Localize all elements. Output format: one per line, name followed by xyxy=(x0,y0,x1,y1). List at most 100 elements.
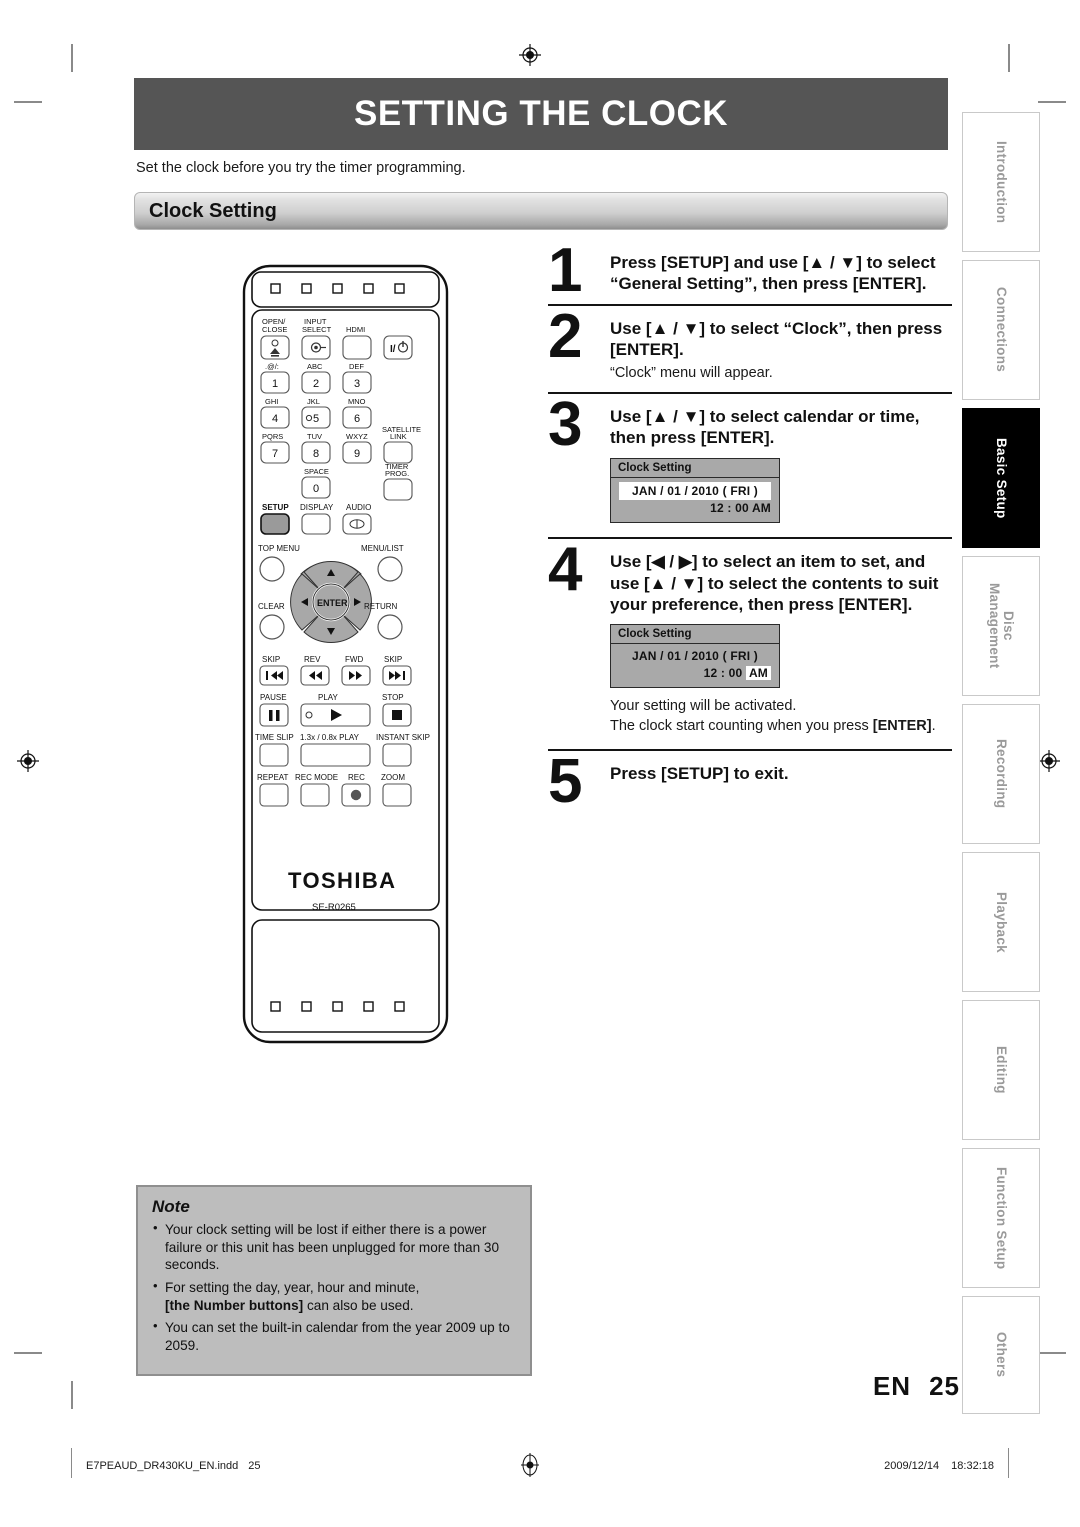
crop-mark-bottom-left-h xyxy=(14,1352,42,1354)
page-number: EN 25 xyxy=(873,1371,960,1402)
svg-text:SELECT: SELECT xyxy=(302,325,332,334)
svg-text:MNO: MNO xyxy=(348,397,366,406)
svg-text:TUV: TUV xyxy=(307,432,322,441)
osd-body-step3: JAN / 01 / 2010 ( FRI ) 12 : 00 AM xyxy=(611,478,779,522)
svg-text:REC: REC xyxy=(348,773,365,782)
step-4: 4 Use [◀ / ▶] to select an item to set, … xyxy=(548,539,952,736)
tab-others[interactable]: Others xyxy=(962,1296,1040,1414)
footer-date: 2009/12/14 xyxy=(884,1460,940,1472)
page-title: SETTING THE CLOCK xyxy=(353,94,729,133)
svg-text:TOSHIBA: TOSHIBA xyxy=(288,868,396,893)
osd-date-value-step3: JAN / 01 / 2010 ( FRI ) xyxy=(619,481,771,501)
footer-page: 25 xyxy=(248,1460,261,1472)
crop-mark-top-left-h xyxy=(14,101,42,103)
step-2-number: 2 xyxy=(548,301,583,371)
svg-text:8: 8 xyxy=(313,448,319,460)
osd-clock-setting-step3: Clock Setting JAN / 01 / 2010 ( FRI ) 12… xyxy=(610,457,780,524)
svg-text:FWD: FWD xyxy=(345,655,363,664)
svg-text:REPEAT: REPEAT xyxy=(257,773,289,782)
intro-text: Set the clock before you try the timer p… xyxy=(136,160,466,176)
crop-mark-top-right-v xyxy=(1008,44,1010,72)
svg-text:I/: I/ xyxy=(390,344,396,355)
tab-recording-label: Recording xyxy=(994,739,1010,809)
page-title-banner: SETTING THE CLOCK xyxy=(134,78,948,150)
osd-meridiem-step3: AM xyxy=(751,501,771,516)
tab-connections[interactable]: Connections xyxy=(962,260,1040,400)
tab-introduction-label: Introduction xyxy=(994,140,1010,224)
step-4-number: 4 xyxy=(548,535,583,605)
svg-text:STOP: STOP xyxy=(382,693,404,702)
tab-editing-label: Editing xyxy=(994,1046,1010,1094)
svg-text:SPACE: SPACE xyxy=(304,467,329,476)
svg-text:PQRS: PQRS xyxy=(262,432,283,441)
svg-text:PROG.: PROG. xyxy=(385,469,409,478)
step-2: 2 Use [▲ / ▼] to select “Clock”, then pr… xyxy=(548,305,952,383)
section-header-label: Clock Setting xyxy=(149,199,277,222)
osd-title-step4: Clock Setting xyxy=(611,625,779,645)
note-item-2-bold: [the Number buttons] xyxy=(165,1297,304,1313)
svg-text:DEF: DEF xyxy=(349,362,364,371)
footer-filename: E7PEAUD_DR430KU_EN.indd xyxy=(86,1460,239,1472)
svg-text:DISPLAY: DISPLAY xyxy=(300,503,334,512)
tab-others-label: Others xyxy=(994,1332,1010,1378)
osd-date-value-step4: JAN / 01 / 2010 ( FRI ) xyxy=(632,649,758,664)
registration-mark-left xyxy=(17,750,39,772)
page-number-value: 25 xyxy=(929,1371,960,1401)
tab-function-setup[interactable]: Function Setup xyxy=(962,1148,1040,1288)
footer-timestamp: 2009/12/14 18:32:18 xyxy=(884,1460,994,1472)
svg-text:9: 9 xyxy=(354,448,360,460)
crop-mark-top-left-v xyxy=(71,44,73,72)
page-language-code: EN xyxy=(872,1371,912,1401)
step-2-subtext: “Clock” menu will appear. xyxy=(610,364,773,381)
svg-text:TOP MENU: TOP MENU xyxy=(258,544,300,553)
tab-editing[interactable]: Editing xyxy=(962,1000,1040,1140)
note-box: Note Your clock setting will be lost if … xyxy=(136,1185,532,1376)
osd-time-value-step4: 12 : 00 xyxy=(703,665,743,680)
note-item-3: You can set the built-in calendar from t… xyxy=(152,1318,516,1354)
osd-body-step4: JAN / 01 / 2010 ( FRI ) 12 : 00 AM xyxy=(611,644,779,686)
footer-rule-left xyxy=(71,1448,72,1478)
svg-text:LINK: LINK xyxy=(390,432,407,441)
svg-text:TIME SLIP: TIME SLIP xyxy=(255,733,294,742)
step-4-subtext-2-bold: [ENTER] xyxy=(872,718,932,735)
step-4-subtext-2-tail: . xyxy=(931,718,936,735)
step-3-number: 3 xyxy=(548,390,583,460)
tab-introduction[interactable]: Introduction xyxy=(962,112,1040,252)
svg-text:WXYZ: WXYZ xyxy=(346,432,368,441)
tab-disc-management-label: Disc Management xyxy=(987,583,1017,669)
step-1-number: 1 xyxy=(548,236,583,305)
svg-text:SKIP: SKIP xyxy=(384,655,402,664)
svg-text:MENU/LIST: MENU/LIST xyxy=(361,544,404,553)
crop-mark-bottom-right-h xyxy=(1038,1352,1066,1354)
svg-text:INSTANT SKIP: INSTANT SKIP xyxy=(376,733,430,742)
step-3: 3 Use [▲ / ▼] to select calendar or time… xyxy=(548,394,952,524)
tab-disc-management[interactable]: Disc Management xyxy=(962,556,1040,696)
tab-basic-setup[interactable]: Basic Setup xyxy=(962,408,1040,548)
note-item-2-tail: can also be used. xyxy=(306,1297,414,1313)
registration-mark-right xyxy=(1038,750,1060,772)
tab-playback[interactable]: Playback xyxy=(962,852,1040,992)
svg-text:SETUP: SETUP xyxy=(262,503,289,512)
footer-time: 18:32:18 xyxy=(951,1460,994,1472)
osd-title-step3: Clock Setting xyxy=(611,458,779,478)
svg-text:RETURN: RETURN xyxy=(364,602,398,611)
svg-text:PLAY: PLAY xyxy=(318,693,339,702)
tab-recording[interactable]: Recording xyxy=(962,704,1040,844)
tab-function-setup-label: Function Setup xyxy=(994,1166,1010,1270)
svg-text:REC MODE: REC MODE xyxy=(295,773,338,782)
step-4-subtext-2: The clock start counting when you press … xyxy=(610,717,952,736)
registration-mark-footer xyxy=(519,1452,541,1477)
svg-text:ENTER: ENTER xyxy=(317,598,348,608)
svg-text:3: 3 xyxy=(354,378,360,390)
chapter-tab-rail: Introduction Connections Basic Setup Dis… xyxy=(962,112,1040,1414)
svg-text:.@/:: .@/: xyxy=(265,362,279,371)
svg-text:CLEAR: CLEAR xyxy=(258,602,285,611)
step-5-heading: Press [SETUP] to exit. xyxy=(610,763,789,783)
step-divider-4 xyxy=(548,748,952,751)
svg-text:PAUSE: PAUSE xyxy=(260,693,287,702)
svg-text:2: 2 xyxy=(313,378,319,390)
step-divider-2 xyxy=(548,392,952,395)
crop-mark-top-right-h xyxy=(1038,101,1066,103)
svg-text:GHI: GHI xyxy=(265,397,278,406)
note-list: Your clock setting will be lost if eithe… xyxy=(152,1220,516,1355)
